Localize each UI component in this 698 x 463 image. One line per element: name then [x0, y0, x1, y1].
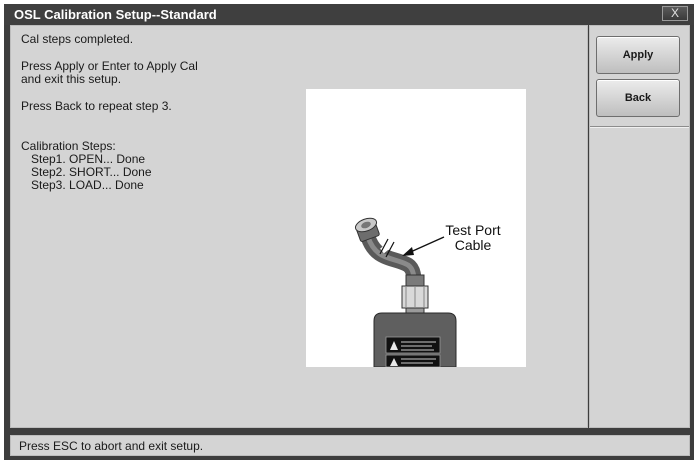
title-bar: OSL Calibration Setup--Standard X — [4, 4, 694, 25]
close-icon: X — [670, 6, 679, 20]
status-text: Press ESC to abort and exit setup. — [19, 439, 204, 453]
port-connector — [401, 274, 429, 315]
figure-label-line2: Cable — [455, 237, 492, 253]
dialog-title: OSL Calibration Setup--Standard — [14, 7, 217, 22]
step-3: Step3. LOAD... Done — [31, 178, 144, 192]
instructions-panel: Cal steps completed. Press Apply or Ente… — [10, 25, 588, 428]
test-port-cable-illustration: Test Port Cable — [354, 217, 501, 368]
figure-label-line1: Test Port — [445, 222, 500, 238]
connection-diagram: Test Port Cable — [306, 89, 526, 368]
apply-button[interactable]: Apply — [596, 36, 680, 74]
back-instruction: Press Back to repeat step 3. — [21, 99, 172, 113]
back-button[interactable]: Back — [596, 79, 680, 117]
button-panel: Apply Back — [589, 25, 690, 428]
button-divider — [590, 126, 689, 128]
status-message: Cal steps completed. — [21, 32, 134, 46]
close-button[interactable]: X — [662, 6, 688, 21]
apply-instruction-line2: and exit this setup. — [21, 72, 122, 86]
callout-arrowhead — [402, 247, 414, 256]
instrument-body — [373, 312, 457, 368]
calibration-dialog: OSL Calibration Setup--Standard X Cal st… — [4, 4, 694, 460]
status-bar: Press ESC to abort and exit setup. — [10, 435, 690, 456]
